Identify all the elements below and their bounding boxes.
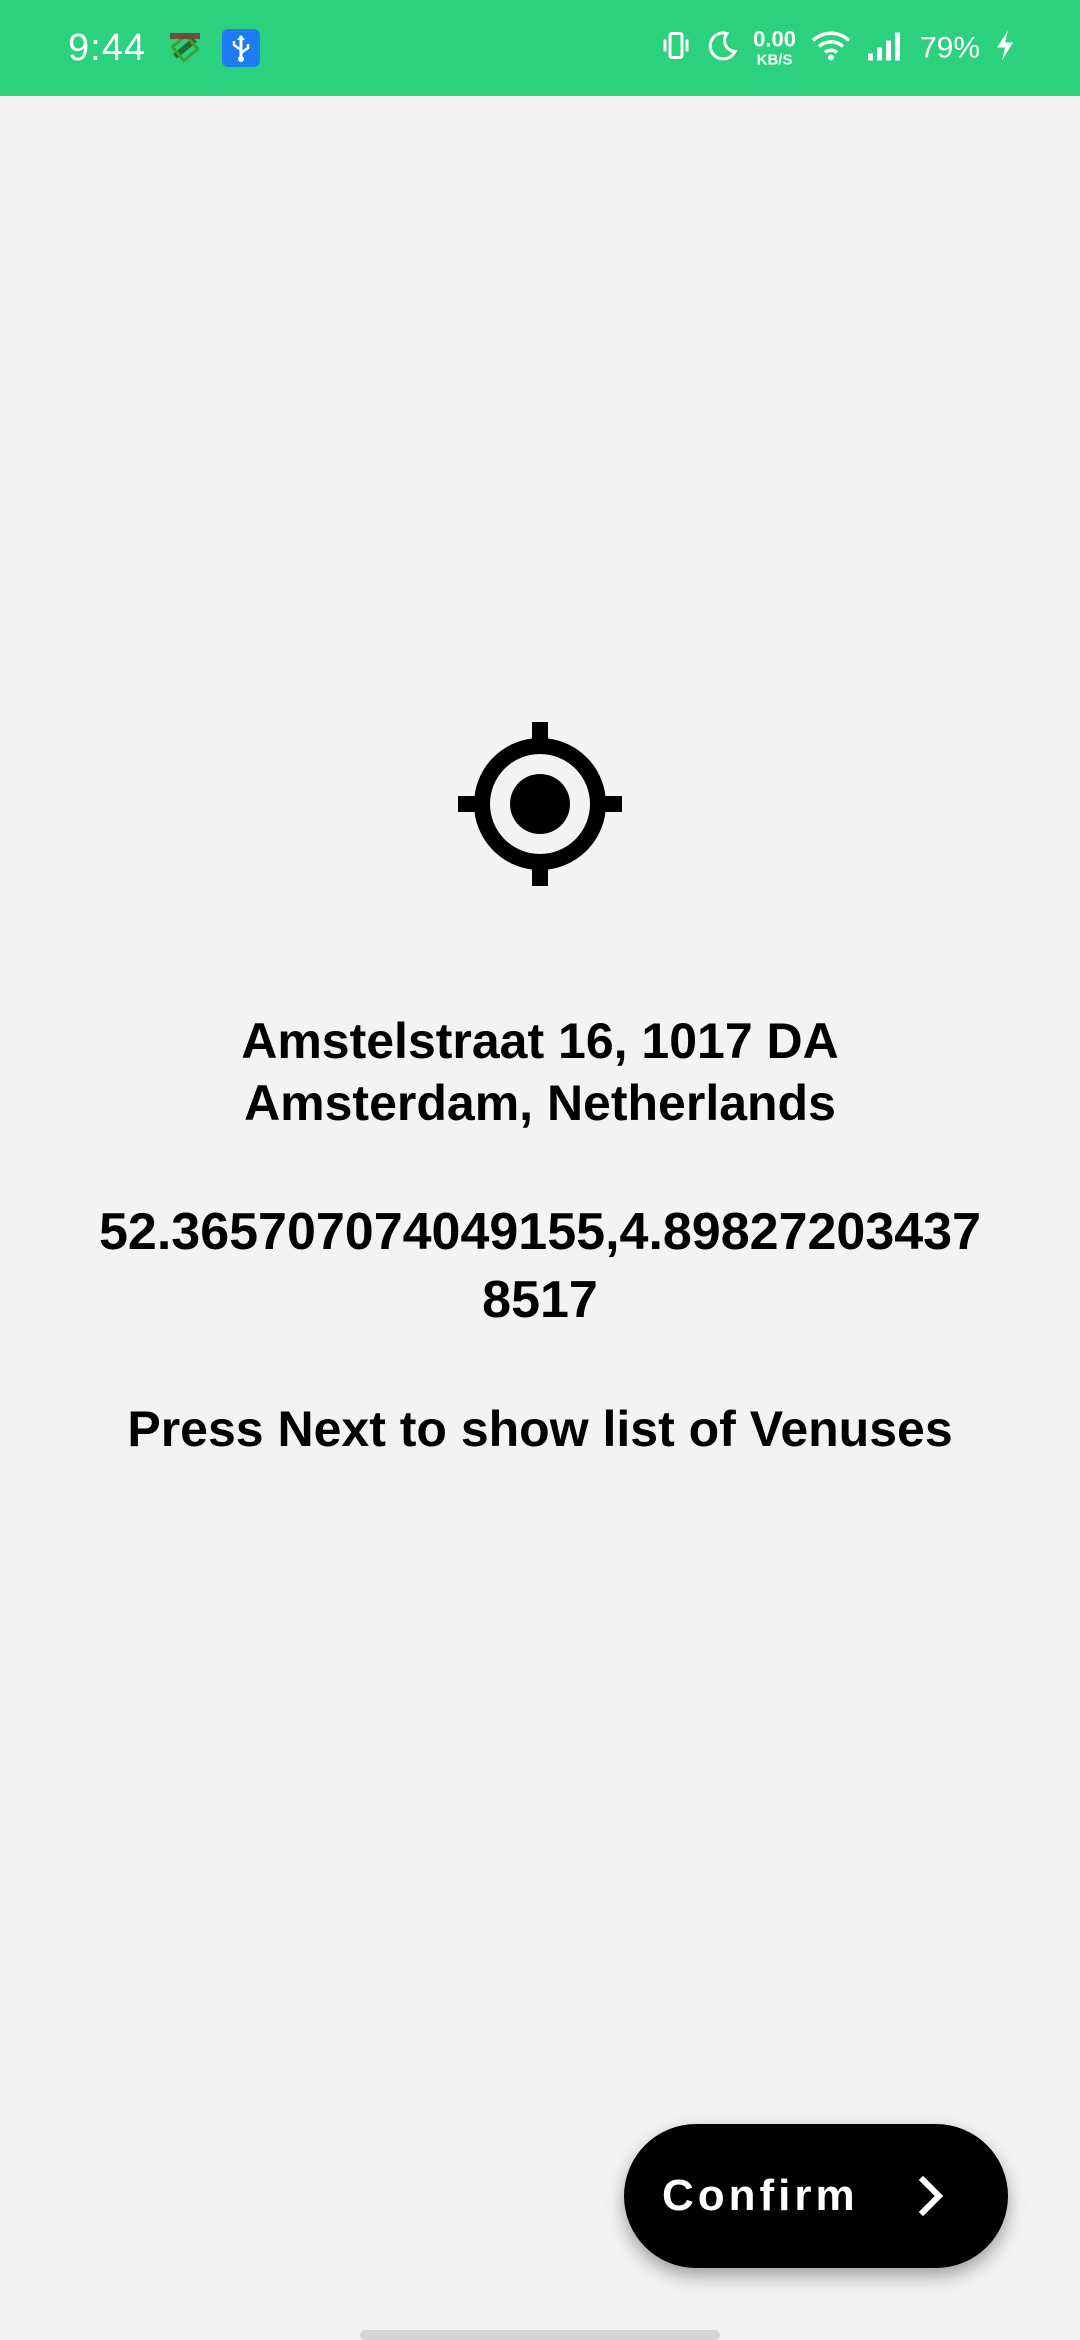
do-not-disturb-moon-icon	[707, 30, 739, 67]
network-speed: 0.00 KB/S	[753, 26, 796, 69]
coordinates-text: 52.365707074049155,4.898272034378517	[98, 1203, 982, 1329]
battery-percentage: 79%	[919, 31, 980, 64]
instruction-text: Press Next to show list of Venuses	[127, 1401, 953, 1457]
status-right-icons: 0.00 KB/S 79%	[659, 26, 1016, 69]
confirm-button-label: Confirm	[662, 2171, 859, 2220]
wifi-icon	[810, 29, 852, 68]
status-time: 9:44	[68, 27, 146, 69]
gps-target-icon	[456, 720, 624, 888]
chevron-right-icon	[909, 2174, 953, 2218]
vibrate-icon	[659, 29, 693, 68]
charging-icon	[994, 29, 1016, 68]
network-speed-value: 0.00	[753, 26, 796, 52]
fake-gps-icon	[168, 31, 202, 65]
home-indicator[interactable]	[360, 2330, 720, 2340]
status-bar: 9:44 0.00 KB/S 79%	[0, 0, 1080, 96]
network-speed-unit: KB/S	[756, 51, 793, 69]
confirm-button[interactable]: Confirm	[624, 2124, 1008, 2268]
signal-icon	[866, 30, 906, 67]
address-text: Amstelstraat 16, 1017 DA Amsterdam, Neth…	[241, 1013, 839, 1131]
usb-icon	[222, 29, 260, 67]
status-left-icons	[168, 29, 260, 67]
